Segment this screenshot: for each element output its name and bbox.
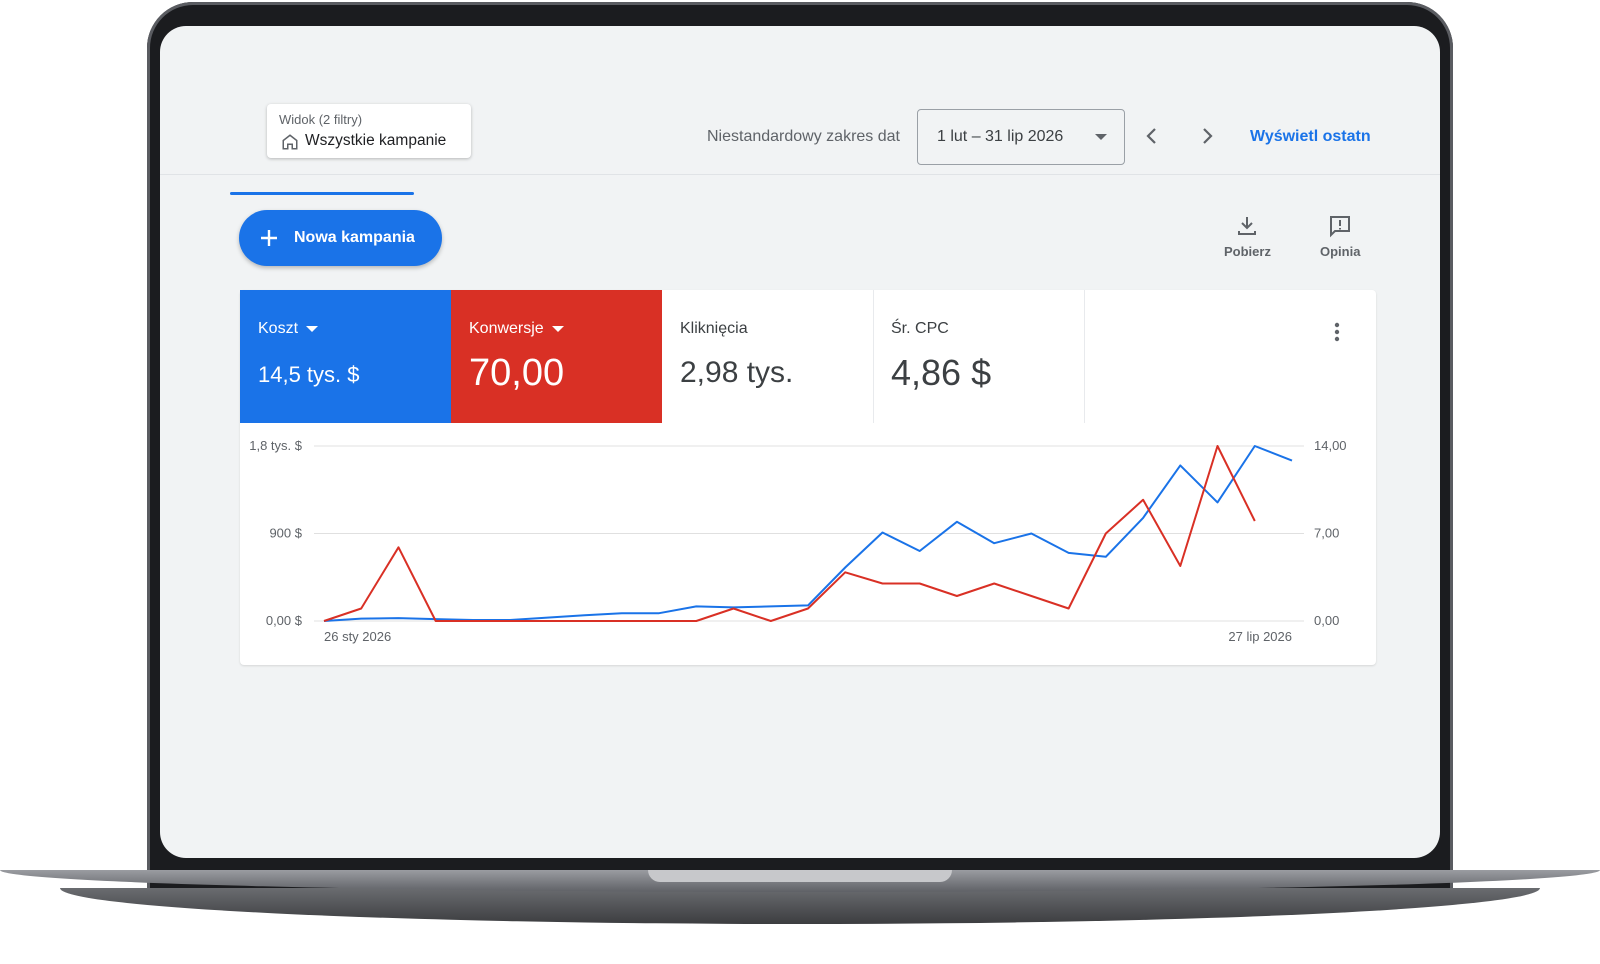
download-label: Pobierz [1224,244,1271,259]
metric-cost[interactable]: Koszt 14,5 tys. $ [240,290,451,423]
metric-conversions-name: Konwersje [469,320,564,338]
home-icon [282,134,298,150]
view-filter-count: Widok (2 filtry) [279,112,363,127]
dropdown-caret-icon [1095,134,1107,140]
date-range-label: Niestandardowy zakres dat [707,128,900,145]
right-axis-tick: 14,00 [1314,438,1347,453]
more-vert-icon[interactable] [1330,320,1344,344]
metric-clicks-name: Kliknięcia [680,320,748,337]
performance-card: Koszt 14,5 tys. $ Konwersje 70,00 Klikni… [240,290,1376,665]
date-range-select[interactable]: 1 lut – 31 lip 2026 [917,109,1125,165]
x-axis-start-label: 26 sty 2026 [324,629,391,644]
left-axis-tick: 900 $ [269,526,302,541]
feedback-label: Opinia [1320,244,1361,259]
screen: Widok (2 filtry) Wszystkie kampanie Nies… [160,26,1440,858]
download-icon [1238,217,1257,235]
download-button[interactable]: Pobierz [1224,214,1271,259]
left-axis-tick: 0,00 $ [266,613,303,628]
chevron-left-icon[interactable] [1140,124,1164,148]
view-selector[interactable]: Widok (2 filtry) Wszystkie kampanie [267,104,471,158]
active-tab-indicator [230,192,414,195]
new-campaign-label: Nowa kampania [294,229,415,246]
new-campaign-button[interactable]: Nowa kampania [239,210,442,266]
metric-avg-cpc-value: 4,86 $ [891,352,992,393]
header-divider [160,174,1440,175]
left-axis-tick: 1,8 tys. $ [249,438,303,453]
metric-cost-name: Koszt [258,320,319,338]
plus-icon [261,230,277,246]
metric-avg-cpc-name: Śr. CPC [891,320,949,337]
feedback-button[interactable]: Opinia [1320,214,1360,259]
chart-svg: 0,00 $ 0,00 900 $ 7,00 1,8 tys. $ 14,00 26 sty… [249,438,1347,644]
performance-chart: 0,00 $ 0,00 900 $ 7,00 1,8 tys. $ 14,00 26 sty… [240,423,1376,665]
feedback-icon [1330,216,1351,238]
x-axis-end-label: 27 lip 2026 [1228,629,1292,644]
metric-clicks[interactable]: Kliknięcia 2,98 tys. [662,290,874,423]
view-title: Wszystkie kampanie [305,132,447,149]
metric-clicks-value: 2,98 tys. [680,356,794,389]
laptop-notch [648,870,952,882]
dropdown-caret-icon [551,325,564,332]
metric-cost-value: 14,5 tys. $ [258,362,360,387]
metric-avg-cpc[interactable]: Śr. CPC 4,86 $ [873,290,1085,423]
chevron-right-icon[interactable] [1195,124,1219,148]
laptop-base-shadow [60,888,1540,924]
metric-conversions[interactable]: Konwersje 70,00 [451,290,662,423]
date-range-value: 1 lut – 31 lip 2026 [937,128,1064,145]
metric-conversions-value: 70,00 [469,352,565,394]
dropdown-caret-icon [306,325,319,332]
right-axis-tick: 7,00 [1314,526,1339,541]
view-last-link[interactable]: Wyświetl ostatn [1250,128,1372,146]
right-axis-tick: 0,00 [1314,613,1339,628]
